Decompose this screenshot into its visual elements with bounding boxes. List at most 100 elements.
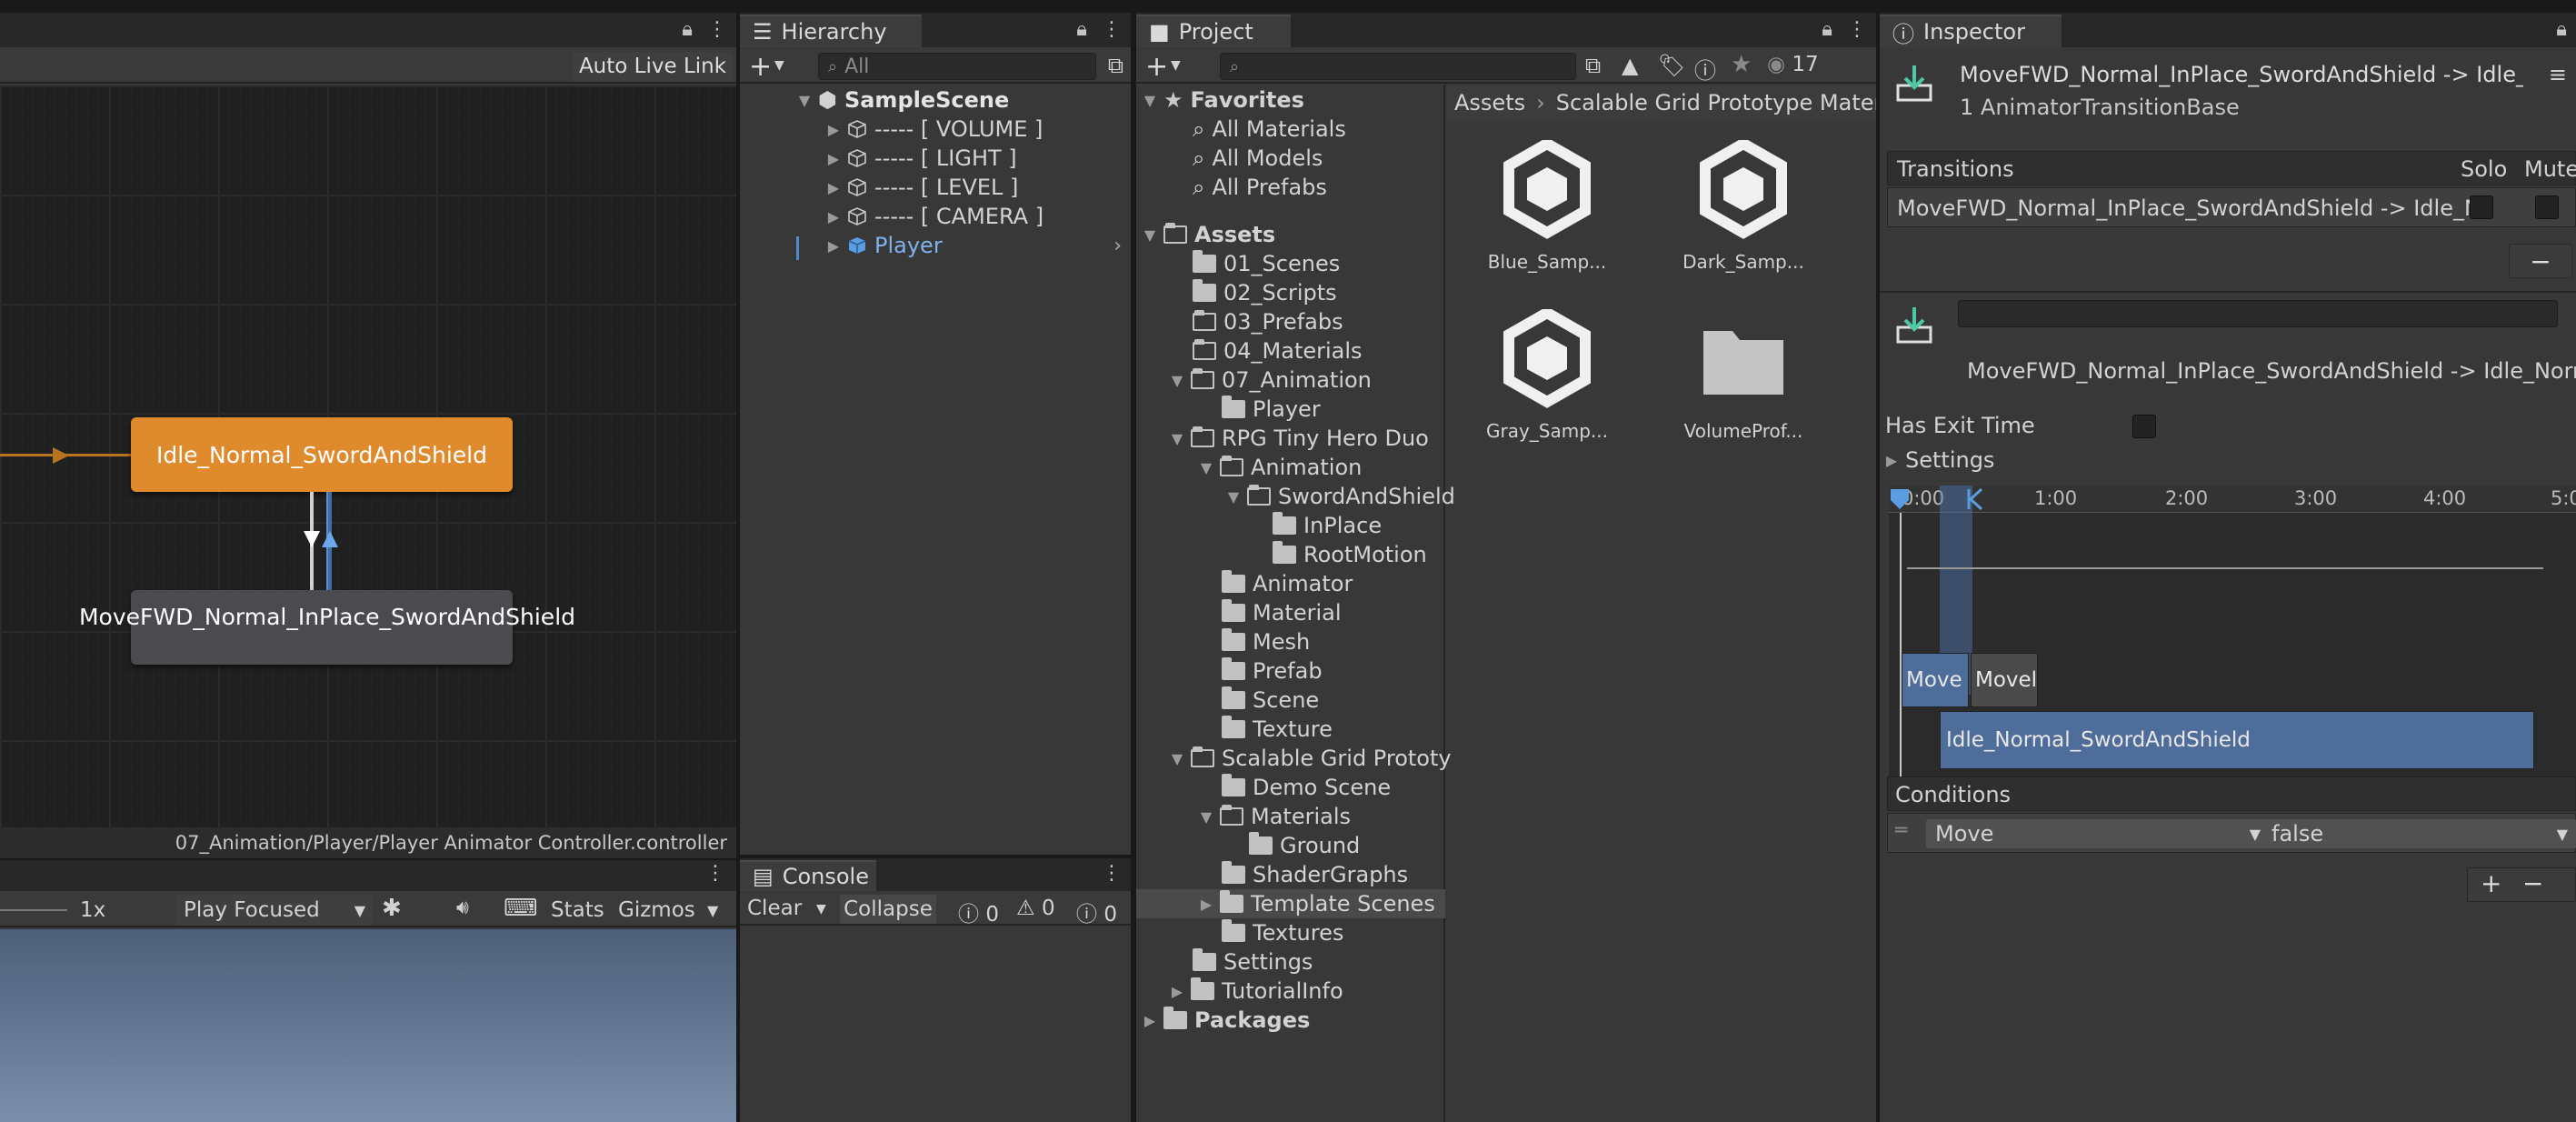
favorites-row[interactable]: ▼ ★ Favorites (1143, 85, 1304, 115)
expand-triangle-icon[interactable]: ▼ (1171, 372, 1183, 389)
transition-name-input[interactable] (1958, 300, 2558, 327)
drag-handle-icon[interactable]: ═ (1895, 819, 1907, 842)
clip-a-bar-1[interactable]: Move (1902, 653, 1969, 707)
remove-condition-button[interactable]: − (2522, 868, 2543, 898)
packages-row[interactable]: ▶ Packages (1143, 1006, 1310, 1035)
tree-item[interactable]: Material (1222, 598, 1342, 627)
project-search-input[interactable]: ⌕ (1220, 53, 1576, 80)
search-options-icon[interactable]: ⧉ (1108, 53, 1123, 78)
expand-triangle-icon[interactable]: ▼ (1200, 808, 1213, 826)
filter-log-icon[interactable]: ⓘ (1694, 53, 1716, 85)
chevron-down-icon[interactable]: ▼ (816, 902, 826, 917)
tree-item[interactable]: ▼ Scalable Grid Prototy (1171, 744, 1452, 773)
tree-item[interactable]: ▼ SwordAndShield (1227, 482, 1455, 511)
tree-item[interactable]: ▶ TutorialInfo (1171, 977, 1343, 1006)
tree-item[interactable]: Settings (1193, 947, 1313, 977)
auto-live-link-button[interactable]: Auto Live Link (573, 52, 733, 81)
collapsed-triangle-icon[interactable]: ▶ (827, 150, 840, 167)
timeline-end-marker-icon[interactable] (1965, 487, 1983, 511)
transition-list-row[interactable]: MoveFWD_Normal_InPlace_SwordAndShield ->… (1887, 187, 2576, 227)
tree-item[interactable]: Textures (1222, 918, 1343, 947)
info-toggle[interactable]: ⓘ 0 (958, 897, 999, 927)
tree-item[interactable]: Animator (1222, 569, 1353, 598)
breadcrumb-current[interactable]: Scalable Grid Prototype Materia (1556, 90, 1876, 115)
add-icon[interactable]: + (1145, 51, 1168, 83)
tree-item[interactable]: 03_Prefabs (1193, 307, 1343, 336)
tree-item[interactable]: ▼ Animation (1200, 453, 1363, 482)
clear-button[interactable]: Clear (747, 897, 802, 920)
tree-item[interactable]: Demo Scene (1222, 773, 1391, 802)
collapsed-triangle-icon[interactable]: ▶ (1143, 1012, 1156, 1029)
collapsed-triangle-icon[interactable]: ▶ (1171, 983, 1183, 1000)
asset-tile[interactable]: VolumeProf... (1662, 309, 1825, 455)
settings-sliders-icon[interactable]: ≡ (2549, 62, 2567, 87)
favorite-item[interactable]: ⌕ All Models (1193, 144, 1323, 173)
tree-item[interactable]: 02_Scripts (1193, 278, 1337, 307)
favorite-item[interactable]: ⌕ All Materials (1193, 115, 1346, 144)
expand-triangle-icon[interactable]: ▼ (798, 92, 811, 109)
asset-tile[interactable]: Dark_Samp... (1662, 137, 1825, 286)
filter-type-icon[interactable]: ▲ (1622, 53, 1638, 78)
tree-item[interactable]: Mesh (1222, 627, 1310, 656)
favorite-item[interactable]: ⌕ All Prefabs (1193, 173, 1327, 202)
clip-a-bar-2[interactable]: Movel (1971, 653, 2038, 707)
stats-button[interactable]: Stats (551, 898, 604, 922)
chevron-down-icon[interactable]: ▼ (707, 902, 718, 919)
chevron-down-icon[interactable]: ▼ (1171, 58, 1181, 73)
condition-param-dropdown[interactable]: Move ▼ (1926, 819, 2270, 848)
mute-checkbox[interactable] (2535, 195, 2559, 219)
add-condition-button[interactable]: + (2481, 868, 2501, 898)
asset-tile[interactable]: Blue_Samp... (1465, 137, 1629, 286)
tree-item[interactable]: 01_Scenes (1193, 249, 1340, 278)
condition-value-dropdown[interactable]: false ▼ (2262, 819, 2576, 848)
tree-item[interactable]: InPlace (1273, 511, 1382, 540)
more-icon[interactable]: ⋮ (707, 18, 727, 41)
solo-checkbox[interactable] (2470, 195, 2493, 219)
console-log-area[interactable] (740, 927, 1131, 1122)
tab-hierarchy[interactable]: ☰ Hierarchy (740, 15, 922, 47)
assets-root-row[interactable]: ▼ Assets (1143, 220, 1275, 249)
tree-item[interactable]: ▼ Materials (1200, 802, 1351, 831)
tree-item[interactable]: Prefab (1222, 656, 1323, 686)
expand-triangle-icon[interactable]: ▼ (1227, 488, 1240, 506)
state-idle[interactable]: Idle_Normal_SwordAndShield (131, 417, 513, 492)
clip-b-bar[interactable]: Idle_Normal_SwordAndShield (1940, 711, 2534, 769)
collapsed-triangle-icon[interactable]: ▶ (827, 208, 840, 225)
hierarchy-item[interactable]: ▶ ----- [ LIGHT ] (827, 144, 1017, 173)
tree-item[interactable]: RootMotion (1273, 540, 1427, 569)
collapsed-triangle-icon[interactable]: ▶ (1200, 896, 1213, 913)
game-viewport[interactable] (0, 929, 736, 1122)
tree-item[interactable]: Ground (1249, 831, 1360, 860)
timeline-start-marker-icon[interactable] (1889, 487, 1911, 511)
more-icon[interactable]: ⋮ (1102, 18, 1122, 41)
expand-triangle-icon[interactable]: ▼ (1200, 459, 1213, 476)
tree-item[interactable]: ▼ 07_Animation (1171, 366, 1372, 395)
lock-icon[interactable]: 🔒︎ (1822, 18, 1832, 41)
expand-triangle-icon[interactable]: ▼ (1171, 430, 1183, 447)
keyboard-icon[interactable]: ⌨ (504, 895, 538, 922)
expand-triangle-icon[interactable]: ▼ (1143, 92, 1156, 109)
gizmos-button[interactable]: Gizmos (618, 898, 695, 922)
lock-icon[interactable]: 🔒︎ (1076, 18, 1087, 41)
bug-icon[interactable]: ✱ (382, 895, 402, 922)
lock-icon[interactable]: 🔒︎ (682, 18, 693, 41)
scene-row[interactable]: ▼ ⬢ SampleScene (798, 85, 1009, 115)
tree-item[interactable]: ▼ RPG Tiny Hero Duo (1171, 424, 1429, 453)
more-icon[interactable]: ⋮ (1102, 862, 1122, 885)
audio-icon[interactable]: 🔊︎ (456, 897, 469, 919)
tree-item[interactable]: ShaderGraphs (1222, 860, 1408, 889)
search-options-icon[interactable]: ⧉ (1585, 53, 1601, 78)
tab-inspector[interactable]: ⓘ Inspector (1880, 15, 2062, 47)
error-toggle[interactable]: ⓘ 0 (1076, 897, 1117, 927)
collapse-button[interactable]: Collapse (840, 895, 936, 924)
warning-toggle[interactable]: ⚠ 0 (1016, 897, 1055, 920)
expand-triangle-icon[interactable]: ▼ (1143, 226, 1156, 244)
tree-item-selected[interactable]: ▶ Template Scenes (1200, 889, 1435, 918)
chevron-down-icon[interactable]: ▼ (774, 58, 784, 73)
collapsed-triangle-icon[interactable]: ▶ (827, 121, 840, 138)
remove-transition-button[interactable]: − (2509, 244, 2572, 278)
tree-item[interactable]: 04_Materials (1193, 336, 1363, 366)
condition-row[interactable]: ═ Move ▼ false ▼ (1887, 813, 2576, 853)
tree-item[interactable]: Texture (1222, 715, 1333, 744)
tree-item[interactable]: Scene (1222, 686, 1319, 715)
